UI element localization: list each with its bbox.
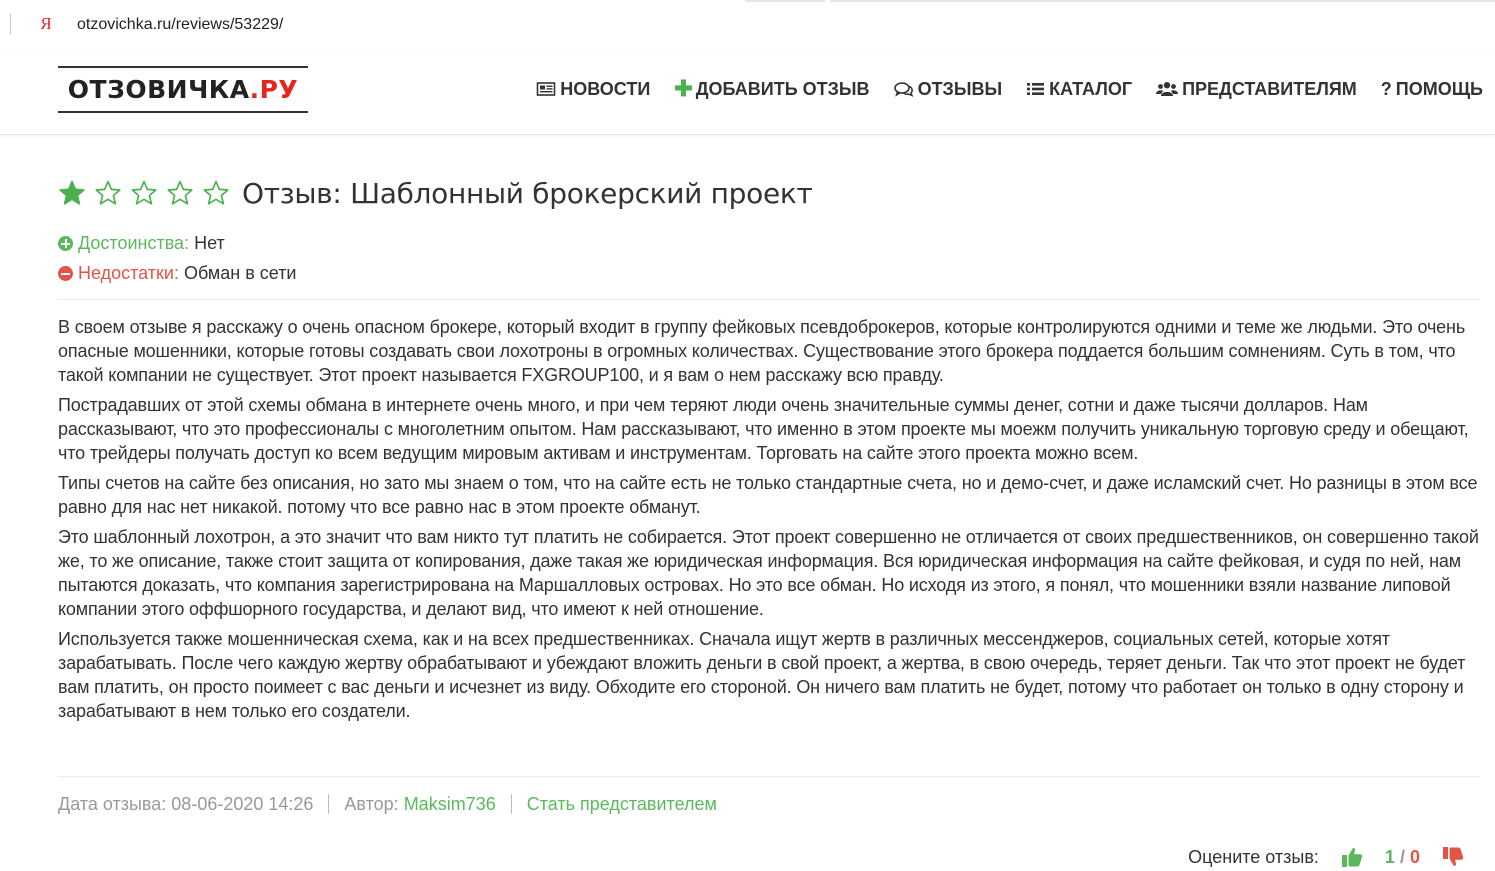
tab-strip-line — [745, 0, 825, 2]
vote-separator: / — [1399, 846, 1405, 867]
review-paragraph: Пострадавших от этой схемы обмана в инте… — [58, 395, 1469, 463]
cons-line: Недостатки: Обман в сети — [58, 263, 297, 284]
nav-add-review-label: ДОБАВИТЬ ОТЗЫВ — [695, 78, 870, 99]
vote-score: 1 / 0 — [1385, 847, 1420, 868]
become-representative-link[interactable]: Стать представителем — [527, 794, 717, 815]
nav-add-review[interactable]: ✚ ДОБАВИТЬ ОТЗЫВ — [674, 76, 870, 101]
yandex-icon: Я — [40, 14, 52, 33]
author-link[interactable]: Maksim736 — [404, 794, 496, 815]
vote-down-count: 0 — [1409, 846, 1420, 867]
star-empty-icon — [130, 180, 158, 206]
review-paragraph: Используется также мошенническая схема, … — [58, 629, 1466, 721]
meta-separator — [328, 794, 330, 814]
url-text[interactable]: otzovichka.ru/reviews/53229/ — [77, 14, 283, 36]
cons-label: Недостатки: — [78, 263, 179, 283]
tab-strip-line — [830, 0, 1495, 2]
review-title-row: Отзыв: Шаблонный брокерский проект — [58, 173, 813, 213]
address-bar-separator — [10, 14, 11, 34]
star-empty-icon — [94, 180, 122, 206]
nav-news-label: НОВОСТИ — [560, 78, 651, 99]
star-filled-icon — [58, 180, 86, 206]
divider — [58, 299, 1480, 300]
pros-line: Достоинства: Нет — [58, 233, 225, 254]
author-label: Автор: — [344, 793, 399, 814]
review-title: Отзыв: Шаблонный брокерский проект — [242, 176, 813, 210]
logo-text-main: ОТЗОВИЧКА — [67, 75, 250, 104]
nav-catalog[interactable]: КАТАЛОГ — [1026, 79, 1132, 100]
vote-up-count: 1 — [1384, 846, 1395, 867]
comments-icon — [893, 81, 914, 97]
review-paragraph: Это шаблонный лохотрон, а это значит что… — [58, 527, 1479, 619]
site-logo[interactable]: ОТЗОВИЧКА.РУ — [58, 66, 308, 113]
site-header: ОТЗОВИЧКА.РУ НОВОСТИ ✚ ДОБАВИТЬ ОТЗЫВ ОТ… — [0, 50, 1495, 135]
users-icon — [1156, 81, 1179, 97]
nav-representatives[interactable]: ПРЕДСТАВИТЕЛЯМ — [1156, 79, 1357, 100]
pros-value: Нет — [194, 233, 225, 253]
pros-label: Достоинства: — [78, 233, 190, 253]
nav-help-label: ПОМОЩЬ — [1395, 78, 1483, 99]
nav-reviews-label: ОТЗЫВЫ — [917, 78, 1003, 99]
date-label: Дата отзыва: — [58, 793, 167, 814]
cons-value: Обман в сети — [183, 263, 297, 283]
minus-circle-icon — [58, 266, 73, 281]
review-paragraph: В своем отзыве я расскажу о очень опасно… — [58, 317, 1466, 385]
nav-help[interactable]: ? ПОМОЩЬ — [1381, 79, 1483, 100]
plus-circle-icon — [58, 236, 73, 251]
list-icon — [1026, 81, 1045, 97]
vote-label: Оцените отзыв: — [1188, 846, 1319, 867]
nav-news[interactable]: НОВОСТИ — [536, 79, 650, 100]
star-empty-icon — [202, 180, 230, 206]
review-body: В своем отзыве я расскажу о очень опасно… — [58, 315, 1480, 729]
logo-text-domain: .РУ — [249, 75, 299, 104]
browser-address-bar: Я otzovichka.ru/reviews/53229/ — [0, 0, 1495, 50]
thumbs-up-icon[interactable] — [1341, 846, 1363, 868]
plus-icon: ✚ — [674, 76, 693, 101]
main-nav: НОВОСТИ ✚ ДОБАВИТЬ ОТЗЫВ ОТЗЫВЫ КАТАЛОГ … — [512, 76, 1483, 102]
thumbs-down-icon[interactable] — [1442, 846, 1464, 868]
review-meta: Дата отзыва: 08-06-2020 14:26 Автор: Mak… — [58, 792, 717, 816]
meta-separator — [510, 794, 512, 814]
review-vote: Оцените отзыв: 1 / 0 — [1188, 843, 1464, 871]
newspaper-icon — [536, 81, 556, 97]
question-icon: ? — [1380, 78, 1392, 99]
review-paragraph: Типы счетов на сайте без описания, но за… — [58, 473, 1478, 517]
rating-stars — [58, 180, 230, 206]
nav-reviews[interactable]: ОТЗЫВЫ — [893, 78, 1003, 100]
star-empty-icon — [166, 180, 194, 206]
nav-representatives-label: ПРЕДСТАВИТЕЛЯМ — [1182, 78, 1357, 99]
nav-catalog-label: КАТАЛОГ — [1049, 78, 1133, 99]
divider — [58, 776, 1480, 777]
date-value: 08-06-2020 14:26 — [171, 793, 314, 814]
